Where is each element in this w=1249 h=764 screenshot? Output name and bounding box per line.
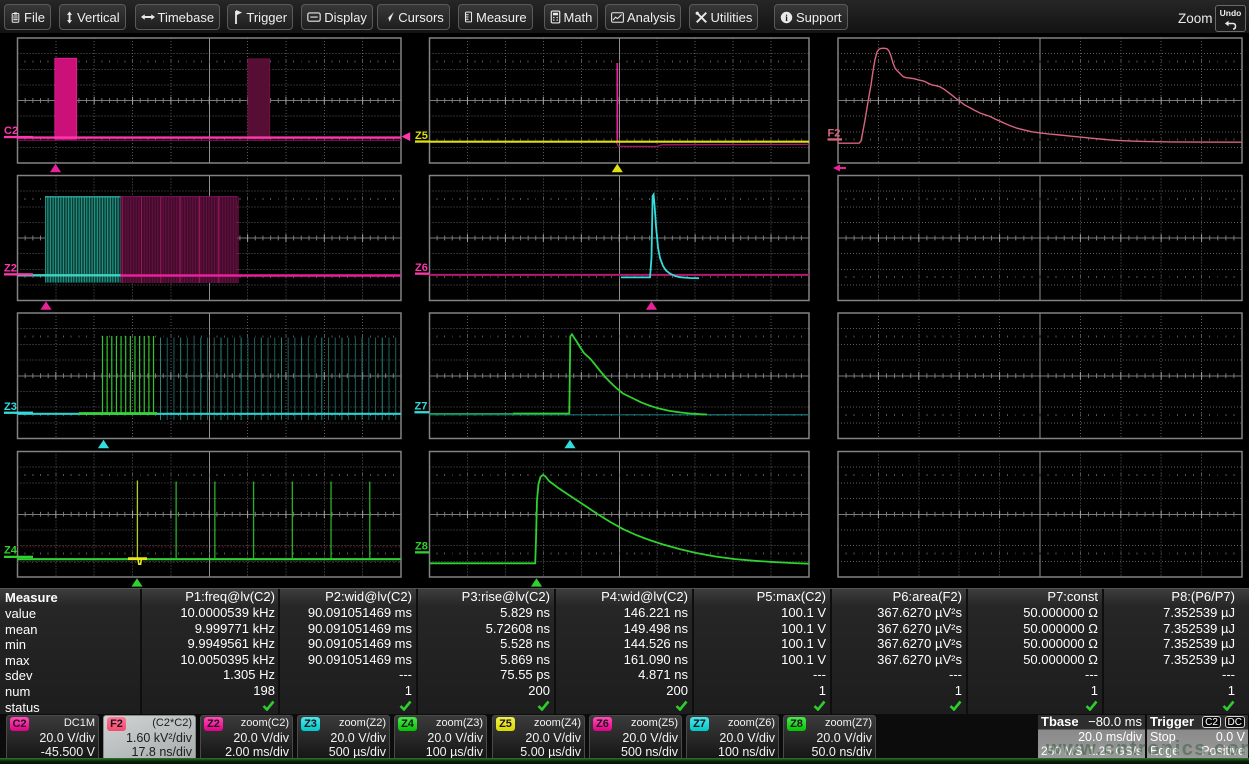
svg-text:Z7: Z7 bbox=[415, 400, 428, 412]
svg-text:Z8: Z8 bbox=[415, 540, 428, 552]
svg-text:F2: F2 bbox=[828, 128, 841, 140]
svg-text:Z6: Z6 bbox=[415, 262, 428, 274]
svg-text:Z4: Z4 bbox=[4, 544, 18, 556]
svg-text:C2: C2 bbox=[4, 125, 18, 137]
svg-text:Z2: Z2 bbox=[4, 263, 17, 275]
svg-text:Z5: Z5 bbox=[415, 130, 428, 142]
svg-text:Z3: Z3 bbox=[4, 401, 17, 413]
